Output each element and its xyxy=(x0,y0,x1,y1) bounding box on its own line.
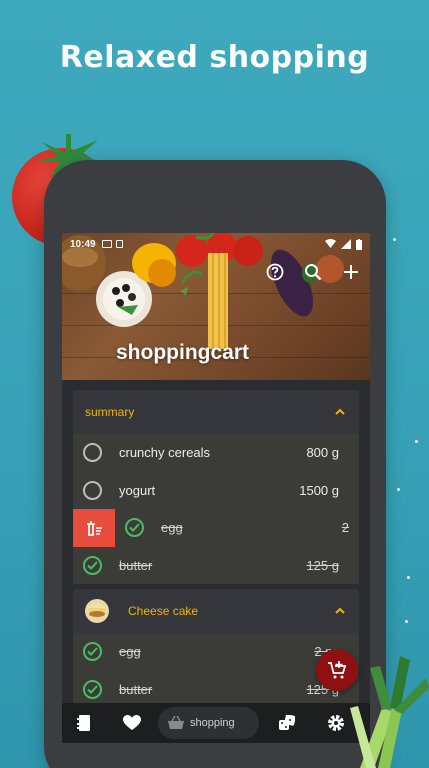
notebook-icon xyxy=(77,715,90,731)
search-icon xyxy=(305,264,322,281)
sparkle xyxy=(407,576,410,579)
recipe-avatar xyxy=(85,599,109,623)
toolbar-actions xyxy=(264,261,362,283)
status-time: 10:49 xyxy=(70,238,96,250)
sim-notification-icon xyxy=(115,240,123,248)
check-icon xyxy=(87,561,98,570)
nav-random-button[interactable] xyxy=(259,715,315,731)
sparkle xyxy=(415,440,418,443)
chevron-up-icon[interactable] xyxy=(333,604,347,618)
item-name: egg xyxy=(161,520,183,536)
recipe-card-header[interactable]: Cheese cake xyxy=(73,589,359,633)
recipe-card: Cheese cake egg 2 pc butter 125 g xyxy=(73,589,359,708)
status-bar: 10:49 xyxy=(62,236,370,252)
item-quantity: 1500 g xyxy=(299,482,339,498)
list-item-swiped[interactable]: egg 2 xyxy=(73,509,359,547)
battery-icon xyxy=(356,238,362,250)
sparkle xyxy=(393,238,396,241)
basket-icon xyxy=(168,716,184,729)
item-name: butter xyxy=(119,557,153,573)
list-item[interactable]: crunchy cereals 800 g xyxy=(73,434,359,472)
item-quantity: 125 g xyxy=(306,557,339,573)
delete-item-button[interactable] xyxy=(73,509,115,547)
sparkle xyxy=(405,620,408,623)
check-icon xyxy=(129,523,140,533)
help-icon xyxy=(266,263,284,281)
signal-icon xyxy=(341,239,351,249)
item-checkbox[interactable] xyxy=(83,443,102,463)
check-icon xyxy=(87,685,98,694)
cheesecake-icon xyxy=(89,604,105,617)
sparkle xyxy=(397,488,400,491)
heart-icon xyxy=(123,715,141,730)
summary-card: summary crunchy cereals 800 g yogurt 150… xyxy=(73,390,359,584)
check-icon xyxy=(87,647,98,657)
list-item[interactable]: butter 125 g xyxy=(73,547,359,585)
item-checkbox-checked[interactable] xyxy=(83,555,102,575)
nav-favorites-button[interactable] xyxy=(106,715,158,731)
item-quantity: 2 xyxy=(341,520,349,536)
item-name: crunchy cereals xyxy=(119,445,211,461)
header-image: 10:49 shoppingcart xyxy=(62,233,370,380)
chevron-up-icon[interactable] xyxy=(333,405,347,419)
item-name: yogurt xyxy=(119,482,156,498)
bottom-navigation: shopping xyxy=(62,703,370,743)
mail-notification-icon xyxy=(101,240,112,248)
leek-illustration xyxy=(350,656,429,768)
list-item[interactable]: yogurt 1500 g xyxy=(73,472,359,510)
nav-shopping-label: shopping xyxy=(190,717,235,729)
item-quantity: 800 g xyxy=(306,445,339,461)
delete-sweep-icon xyxy=(87,520,102,536)
item-name: butter xyxy=(119,681,153,697)
recipe-card-title: Cheese cake xyxy=(128,604,199,618)
dice-icon xyxy=(278,715,295,730)
summary-card-header[interactable]: summary xyxy=(73,390,359,434)
nav-shopping-tab[interactable]: shopping xyxy=(158,707,259,739)
item-checkbox-checked[interactable] xyxy=(83,679,102,699)
summary-card-title: summary xyxy=(85,405,135,419)
promo-headline: Relaxed shopping xyxy=(59,40,370,75)
list-title: shoppingcart xyxy=(116,341,250,364)
item-checkbox-checked[interactable] xyxy=(83,642,102,662)
item-name: egg xyxy=(119,644,141,660)
item-checkbox[interactable] xyxy=(83,480,102,500)
add-button[interactable] xyxy=(340,261,362,283)
app-screen: 10:49 shoppingcart summary crunchy cerea… xyxy=(62,233,370,743)
nav-lists-button[interactable] xyxy=(62,714,106,732)
item-checkbox-checked[interactable] xyxy=(125,518,144,538)
wifi-icon xyxy=(325,239,336,248)
add-icon xyxy=(344,265,358,279)
help-button[interactable] xyxy=(264,261,286,283)
search-button[interactable] xyxy=(302,261,324,283)
